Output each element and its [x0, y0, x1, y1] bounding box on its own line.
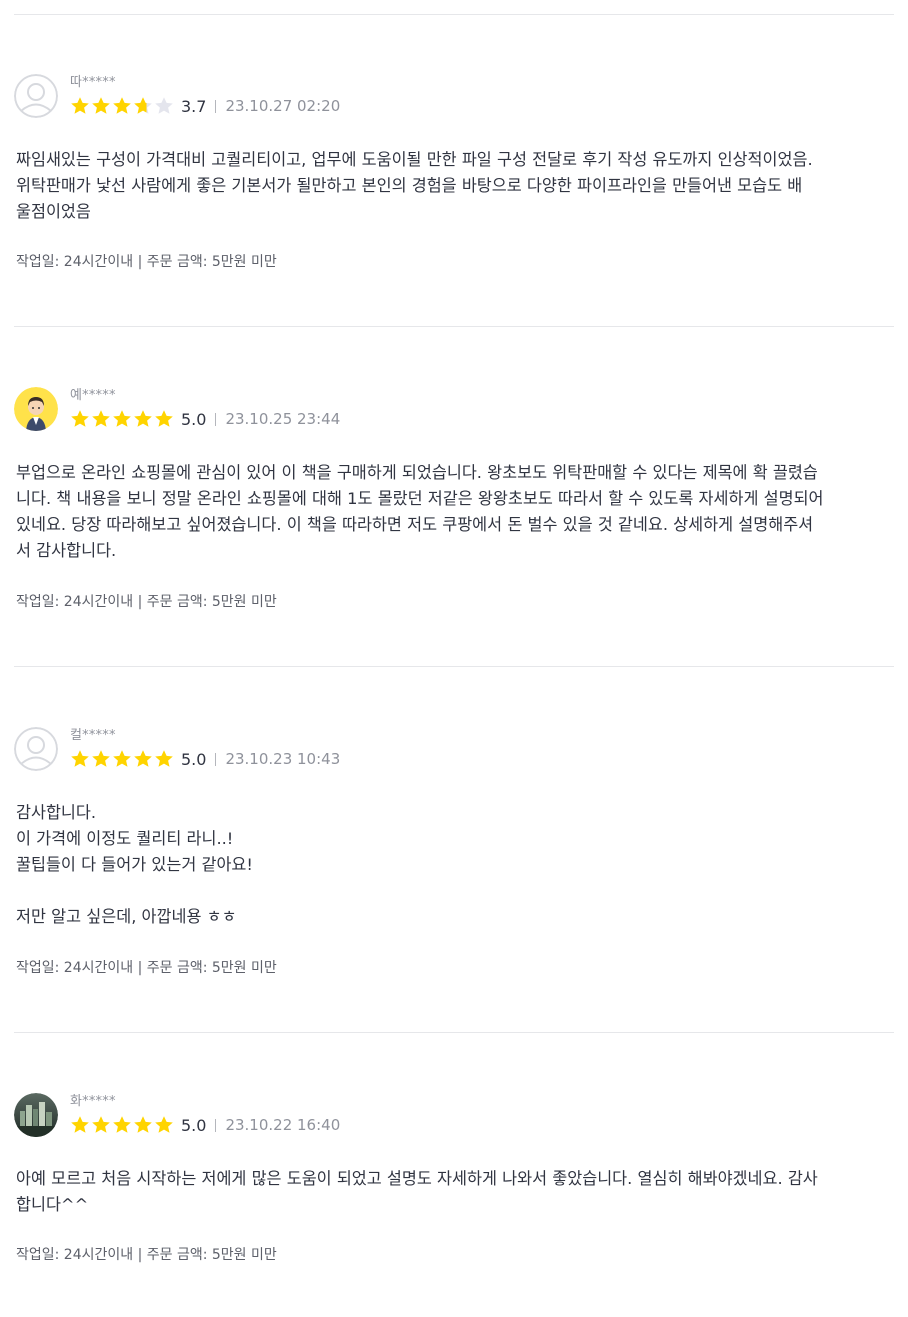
photo-avatar[interactable]: [14, 1093, 58, 1137]
character-avatar[interactable]: [14, 387, 58, 431]
reviewer-username: 따*****: [70, 75, 116, 90]
reviewer-username: 화*****: [70, 1094, 116, 1109]
star-icon: [70, 409, 90, 429]
star-icon: [133, 1115, 153, 1135]
default-avatar-icon[interactable]: [14, 727, 58, 771]
review-divider: [14, 1032, 894, 1033]
star-icon: [70, 749, 90, 769]
star-icon: [112, 409, 132, 429]
star-icon: [91, 1115, 111, 1135]
rating-score: 5.0: [181, 749, 207, 769]
review-date: 23.10.23 10:43: [225, 750, 341, 768]
default-avatar-icon[interactable]: [14, 74, 58, 118]
review-meta: 작업일: 24시간이내 | 주문 금액: 5만원 미만: [16, 254, 277, 270]
rating-row: 5.0 23.10.25 23:44: [70, 409, 340, 429]
review-date: 23.10.25 23:44: [225, 410, 341, 428]
separator: [215, 1118, 217, 1132]
separator: [215, 99, 217, 113]
reviewer-username: 컬*****: [70, 728, 116, 743]
rating-score: 3.7: [181, 96, 207, 116]
separator: [215, 412, 217, 426]
rating-row: 3.7 23.10.27 02:20: [70, 96, 340, 116]
star-rating: [70, 1115, 174, 1135]
star-icon: [133, 749, 153, 769]
star-icon: [154, 1115, 174, 1135]
review-meta: 작업일: 24시간이내 | 주문 금액: 5만원 미만: [16, 960, 277, 976]
review-content: 부업으로 온라인 쇼핑몰에 관심이 있어 이 책을 구매하게 되었습니다. 왕초…: [16, 463, 824, 560]
star-icon: [112, 1115, 132, 1135]
star-icon: [154, 749, 174, 769]
review-meta: 작업일: 24시간이내 | 주문 금액: 5만원 미만: [16, 1247, 277, 1263]
star-icon: [112, 749, 132, 769]
review-meta: 작업일: 24시간이내 | 주문 금액: 5만원 미만: [16, 594, 277, 610]
rating-score: 5.0: [181, 409, 207, 429]
rating-score: 5.0: [181, 1115, 207, 1135]
review-date: 23.10.22 16:40: [225, 1116, 341, 1134]
star-icon: [154, 409, 174, 429]
star-rating: [70, 409, 174, 429]
star-icon: [112, 96, 132, 116]
review-divider: [14, 326, 894, 327]
separator: [215, 752, 217, 766]
review-content: 아예 모르고 처음 시작하는 저에게 많은 도움이 되었고 설명도 자세하게 나…: [16, 1169, 818, 1214]
review-divider: [14, 14, 894, 15]
star-icon: [133, 409, 153, 429]
review-content: 감사합니다. 이 가격에 이정도 퀄리티 라니..! 꿀팁들이 다 들어가 있는…: [16, 803, 253, 926]
star-icon: [133, 96, 153, 116]
review-divider: [14, 666, 894, 667]
star-icon: [70, 96, 90, 116]
star-rating: [70, 96, 174, 116]
review-date: 23.10.27 02:20: [225, 97, 341, 115]
reviewer-username: 예*****: [70, 388, 116, 403]
star-icon: [154, 96, 174, 116]
star-icon: [70, 1115, 90, 1135]
rating-row: 5.0 23.10.22 16:40: [70, 1115, 340, 1135]
star-icon: [91, 96, 111, 116]
rating-row: 5.0 23.10.23 10:43: [70, 749, 340, 769]
star-icon: [91, 749, 111, 769]
star-icon: [91, 409, 111, 429]
review-content: 짜임새있는 구성이 가격대비 고퀄리티이고, 업무에 도움이될 만한 파일 구성…: [16, 150, 813, 221]
star-rating: [70, 749, 174, 769]
